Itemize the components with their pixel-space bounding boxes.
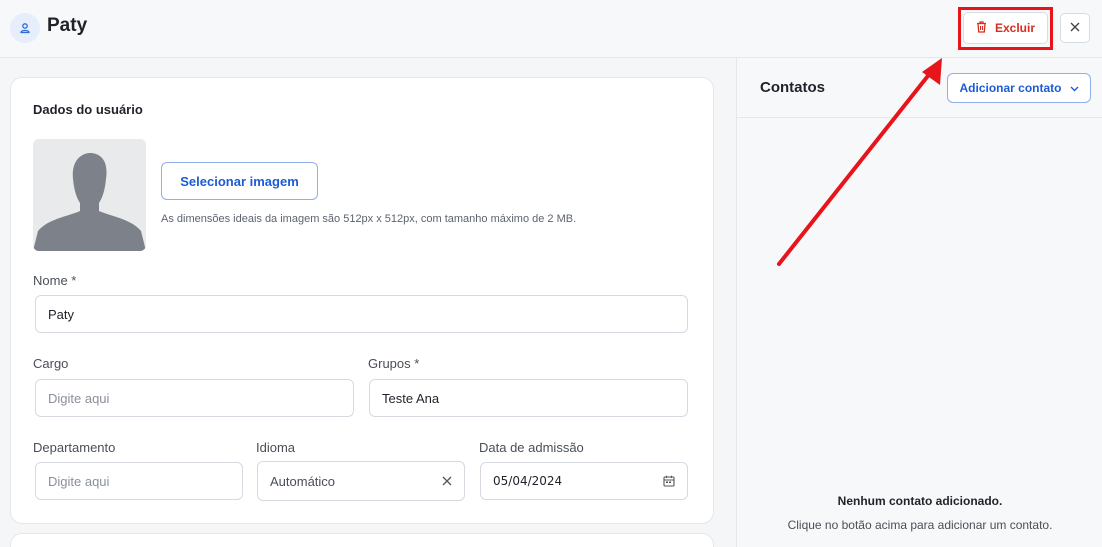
- idioma-label: Idioma: [256, 440, 296, 455]
- trash-icon: [976, 20, 987, 36]
- cargo-label: Cargo: [33, 356, 69, 371]
- data-admissao-label: Data de admissão: [479, 440, 584, 455]
- empty-state-subtitle: Clique no botão acima para adicionar um …: [787, 518, 1053, 532]
- data-admissao-field[interactable]: 05/04/2024: [480, 462, 688, 500]
- next-section-card: [10, 533, 714, 547]
- add-contact-label: Adicionar contato: [959, 81, 1062, 95]
- departamento-label: Departamento: [33, 440, 116, 455]
- cargo-placeholder: Digite aqui: [48, 390, 110, 406]
- idioma-select[interactable]: Automático: [257, 461, 465, 501]
- clear-icon[interactable]: [442, 476, 452, 486]
- close-icon: [1070, 19, 1080, 37]
- section-title: Dados do usuário: [33, 102, 143, 117]
- data-admissao-value: 05/04/2024: [493, 474, 563, 488]
- user-photo-placeholder: [33, 139, 146, 251]
- user-data-card: Dados do usuário Selecionar imagem As di…: [10, 77, 714, 524]
- nome-label: Nome *: [33, 273, 77, 288]
- departamento-field[interactable]: Digite aqui: [35, 462, 243, 500]
- contacts-title: Contatos: [760, 79, 825, 96]
- contacts-panel: Contatos Adicionar contato Nenhum contat…: [736, 58, 1102, 547]
- top-bar: Paty: [0, 0, 1102, 58]
- delete-button-label: Excluir: [994, 21, 1036, 35]
- contacts-header: Contatos Adicionar contato: [737, 58, 1102, 118]
- close-button[interactable]: [1060, 13, 1090, 43]
- grupos-field[interactable]: Teste Ana: [369, 379, 688, 417]
- grupos-value: Teste Ana: [382, 390, 440, 406]
- idioma-value: Automático: [270, 473, 336, 489]
- nome-field[interactable]: Paty: [35, 295, 688, 333]
- grupos-label: Grupos *: [368, 356, 420, 371]
- nome-value: Paty: [48, 306, 75, 322]
- user-icon: [10, 13, 40, 43]
- departamento-placeholder: Digite aqui: [48, 473, 110, 489]
- empty-state-title: Nenhum contato adicionado.: [837, 494, 1003, 508]
- page-title: Paty: [47, 15, 88, 36]
- calendar-icon[interactable]: [663, 475, 675, 487]
- add-contact-button[interactable]: Adicionar contato: [947, 73, 1091, 103]
- chevron-down-icon: [1070, 81, 1079, 95]
- select-image-button[interactable]: Selecionar imagem: [161, 162, 318, 200]
- image-size-hint: As dimensões ideais da imagem são 512px …: [161, 213, 577, 225]
- cargo-field[interactable]: Digite aqui: [35, 379, 354, 417]
- delete-button[interactable]: Excluir: [963, 12, 1048, 44]
